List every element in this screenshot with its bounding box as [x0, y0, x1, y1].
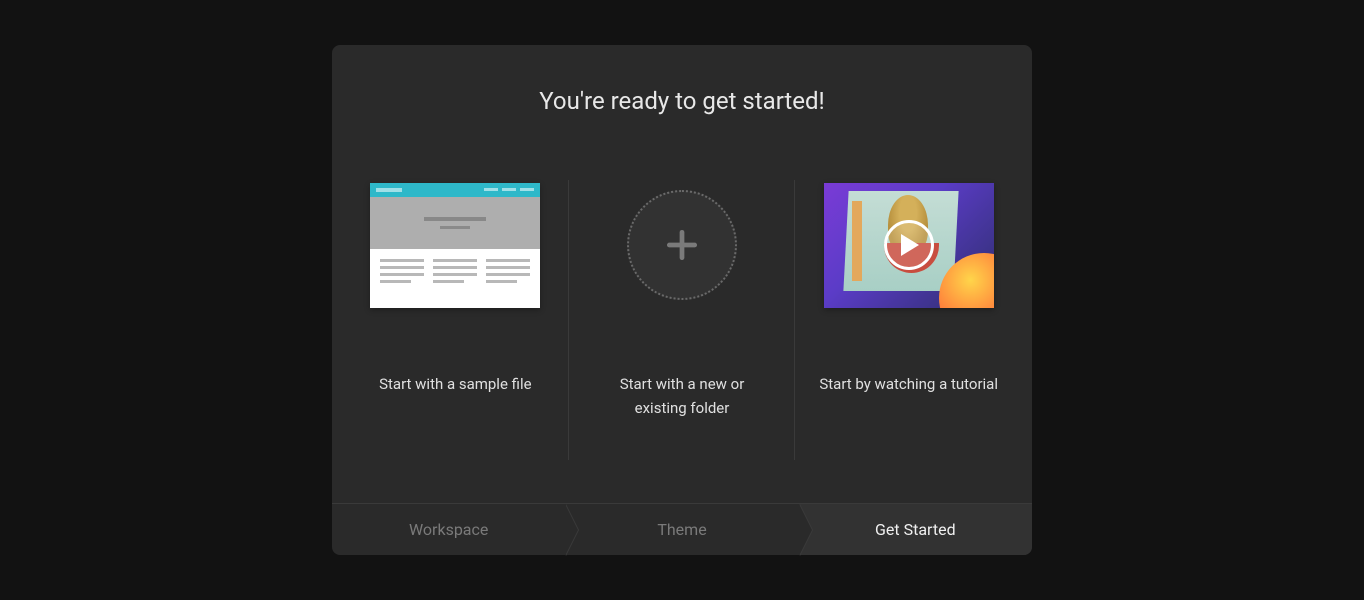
options-row: Start with a sample file Start with a ne… [332, 180, 1032, 503]
option-label: Start with a new or existing folder [592, 372, 772, 420]
plus-icon [627, 180, 737, 310]
step-workspace[interactable]: Workspace [332, 504, 565, 555]
get-started-dialog: You're ready to get started! [332, 45, 1032, 555]
step-theme[interactable]: Theme [565, 504, 798, 555]
tutorial-video-graphic [824, 180, 994, 310]
option-tutorial[interactable]: Start by watching a tutorial [795, 180, 1022, 503]
option-label: Start by watching a tutorial [819, 372, 998, 396]
dialog-title: You're ready to get started! [332, 87, 1032, 115]
option-sample-file[interactable]: Start with a sample file [342, 180, 569, 503]
step-get-started[interactable]: Get Started [799, 504, 1032, 555]
wizard-steps: Workspace Theme Get Started [332, 503, 1032, 555]
play-icon [884, 220, 934, 270]
option-label: Start with a sample file [379, 372, 531, 396]
option-new-folder[interactable]: Start with a new or existing folder [569, 180, 796, 503]
sample-file-graphic [370, 180, 540, 310]
